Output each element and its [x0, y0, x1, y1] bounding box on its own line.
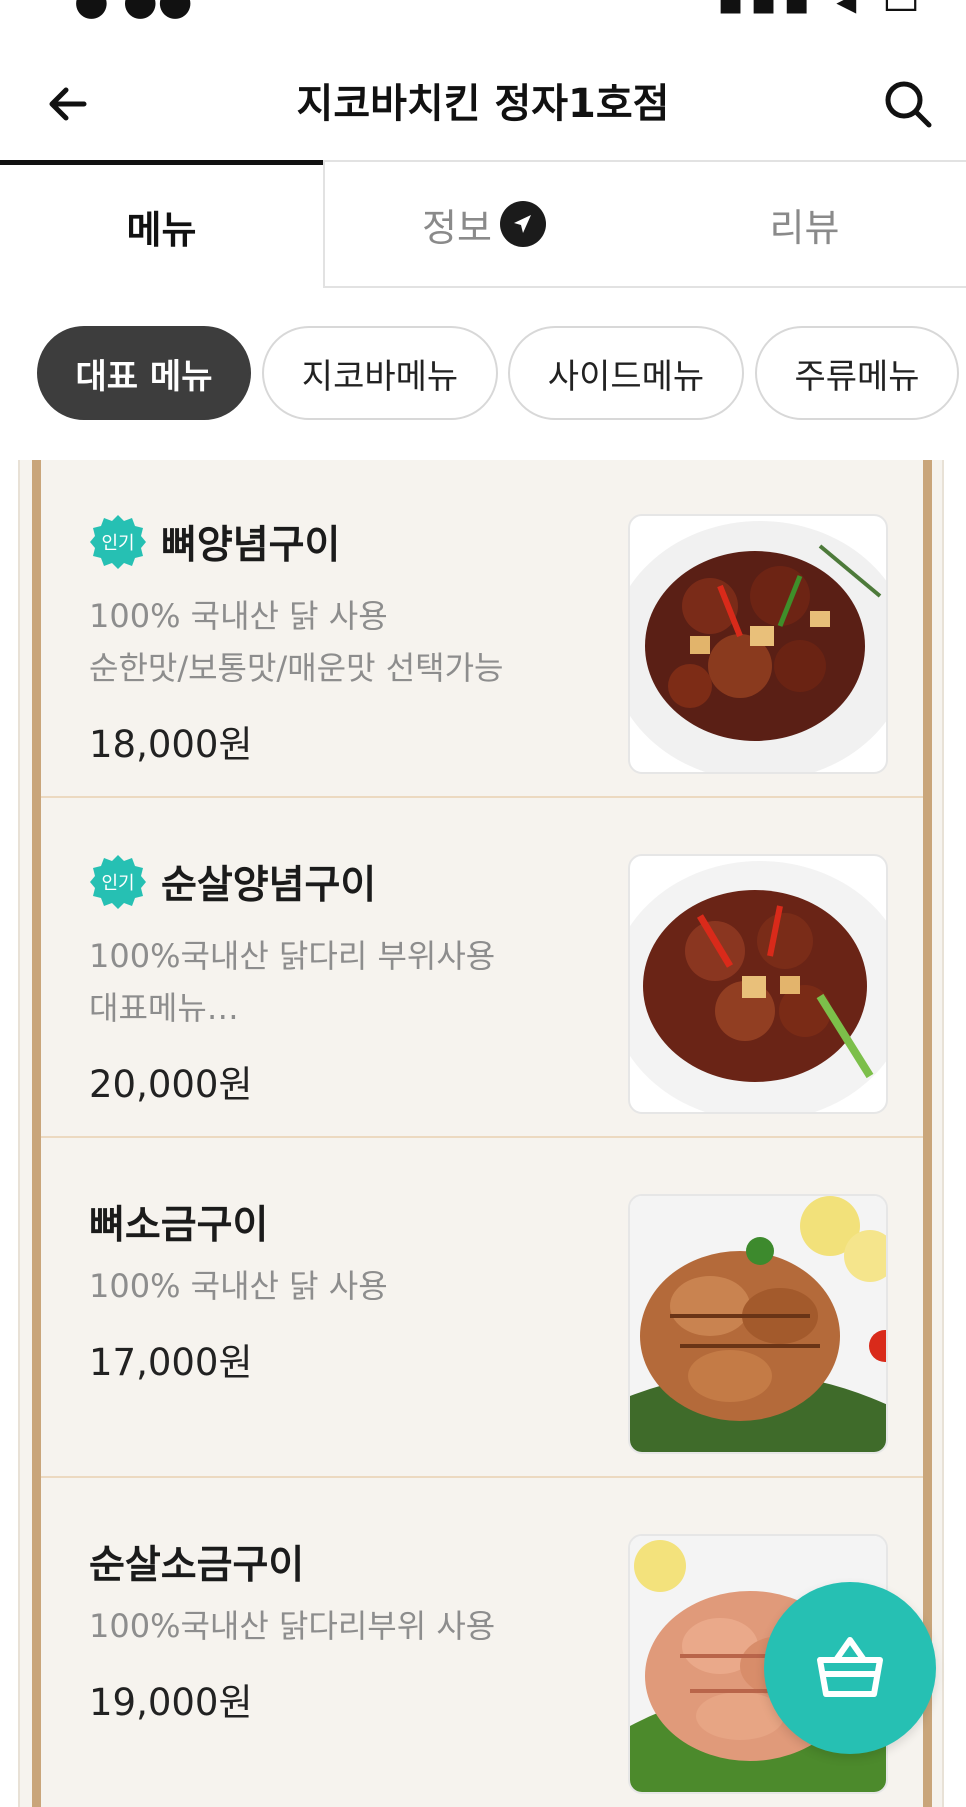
item-price: 17,000원: [89, 1341, 253, 1384]
chip-zicoba-menu[interactable]: 지코바메뉴: [262, 326, 498, 420]
search-button[interactable]: [876, 72, 940, 136]
item-name-row: 뼈소금구이: [89, 1192, 268, 1252]
search-icon: [885, 81, 932, 128]
back-button[interactable]: [36, 72, 100, 136]
item-name-row: 인기 순살양념구이: [89, 852, 376, 912]
status-indicators-icon: ▪▪▪ ◂ ▭: [716, 0, 926, 24]
tab-menu[interactable]: 메뉴: [0, 160, 323, 288]
tab-review-label: 리뷰: [769, 205, 840, 250]
item-price: 19,000원: [89, 1681, 253, 1724]
item-name-row: 인기 뼈양념구이: [89, 512, 340, 572]
item-name: 뼈양념구이: [161, 523, 341, 568]
menu-item[interactable]: 인기 순살양념구이 100%국내산 닭다리 부위사용 대표메뉴… 20,000원: [41, 800, 926, 1138]
arrow-left-icon: [49, 87, 87, 121]
tab-review[interactable]: 리뷰: [643, 160, 966, 288]
item-name: 뼈소금구이: [89, 1203, 269, 1248]
menu-item[interactable]: 뼈소금구이 100% 국내산 닭 사용 17,000원: [41, 1140, 926, 1478]
status-time-icon: ● ●●: [74, 0, 193, 24]
item-name-row: 순살소금구이: [89, 1532, 304, 1592]
item-description: 100% 국내산 닭 사용 순한맛/보통맛/매운맛 선택가능: [89, 597, 504, 687]
popular-badge-icon: 인기: [90, 515, 146, 569]
page-title: 지코바치킨 정자1호점: [296, 81, 670, 127]
item-photo: [628, 1194, 888, 1454]
item-photo: [628, 854, 888, 1114]
status-bar: ● ●● ▪▪▪ ◂ ▭: [0, 0, 966, 30]
item-name: 순살소금구이: [89, 1543, 305, 1588]
item-description: 100% 국내산 닭 사용: [89, 1267, 388, 1305]
item-photo: [628, 514, 888, 774]
popular-badge-icon: 인기: [90, 855, 146, 909]
basket-icon: [817, 1637, 883, 1697]
category-chips: 대표 메뉴 지코바메뉴 사이드메뉴 주류메뉴: [0, 326, 966, 422]
top-app-bar: 지코바치킨 정자1호점: [0, 50, 966, 160]
menu-item[interactable]: 인기 뼈양념구이 100% 국내산 닭 사용 순한맛/보통맛/매운맛 선택가능 …: [41, 460, 926, 798]
item-description: 100%국내산 닭다리 부위사용 대표메뉴…: [89, 937, 496, 1027]
chip-signature-menu[interactable]: 대표 메뉴: [37, 326, 251, 420]
item-name: 순살양념구이: [161, 863, 377, 908]
item-description: 100%국내산 닭다리부위 사용: [89, 1607, 496, 1645]
tab-info-label: 정보: [422, 205, 492, 250]
svg-text:인기: 인기: [101, 873, 134, 894]
chip-drinks-menu[interactable]: 주류메뉴: [755, 326, 959, 420]
cart-button[interactable]: [764, 1582, 936, 1754]
item-price: 18,000원: [89, 723, 253, 766]
item-price: 20,000원: [89, 1063, 253, 1106]
chip-side-menu[interactable]: 사이드메뉴: [508, 326, 744, 420]
tab-menu-label: 메뉴: [126, 208, 197, 252]
send-icon: [499, 201, 546, 247]
svg-text:인기: 인기: [101, 533, 134, 554]
store-tabs: 메뉴 정보 리뷰: [0, 160, 966, 288]
tab-info[interactable]: 정보: [323, 160, 643, 288]
